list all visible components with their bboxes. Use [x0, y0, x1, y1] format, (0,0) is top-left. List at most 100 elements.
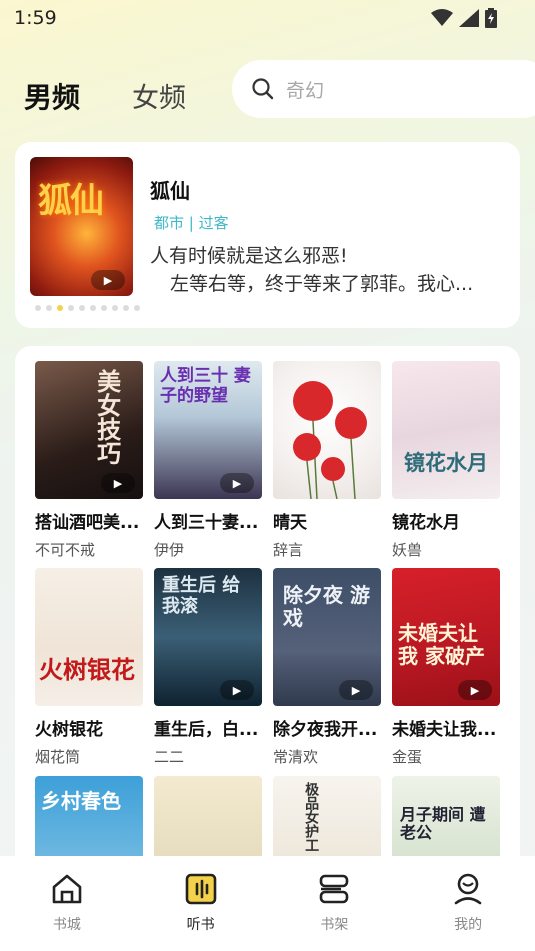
- book-cover[interactable]: 火树银花: [35, 568, 143, 706]
- book-title: 镜花水月: [392, 513, 460, 533]
- nav-item-audiobook[interactable]: 听书: [134, 856, 268, 951]
- book-title: 晴天: [273, 513, 307, 533]
- nav-label-profile: 我的: [454, 917, 483, 933]
- carousel-dot: [101, 305, 107, 311]
- home-icon: [52, 874, 82, 904]
- book-item[interactable]: 美女技巧 ▶ 搭讪酒吧美... 不可不戒: [35, 361, 143, 560]
- wifi-icon: [431, 9, 453, 26]
- book-title: 重生后，白...: [154, 720, 259, 740]
- book-item[interactable]: 极品女护工: [273, 776, 381, 856]
- book-title: 未婚夫让我...: [392, 720, 497, 740]
- cover-title-text: 镜花水月: [404, 450, 488, 475]
- banner-desc-line2: 左等右等，终于等来了郭菲。我心...: [170, 273, 474, 295]
- book-item[interactable]: 乡村春色: [35, 776, 143, 856]
- carousel-dot: [112, 305, 118, 311]
- carousel-dot: [90, 305, 96, 311]
- profile-icon: [454, 873, 482, 905]
- cover-title-text: 极品女护工: [303, 782, 320, 852]
- banner-desc-line1: 人有时候就是这么邪恶!: [150, 245, 348, 267]
- search-icon: [252, 78, 274, 100]
- carousel-dot: [79, 305, 85, 311]
- carousel-dots: [35, 305, 140, 311]
- book-author: 不可不戒: [35, 541, 96, 559]
- play-icon: ▶: [220, 680, 254, 700]
- nav-item-profile[interactable]: 我的: [401, 856, 535, 951]
- book-cover[interactable]: 美女技巧 ▶: [35, 361, 143, 499]
- book-item[interactable]: 除夕夜 游戏 ▶ 除夕夜我开... 常清欢: [273, 568, 381, 767]
- book-cover[interactable]: 重生后 给我滚 ▶: [154, 568, 262, 706]
- play-icon: ▶: [101, 473, 135, 493]
- carousel-dot: [123, 305, 129, 311]
- book-item[interactable]: 人到三十 妻子的野望 ▶ 人到三十妻... 伊伊: [154, 361, 262, 560]
- nav-label-bookstore: 书城: [52, 917, 81, 933]
- tab-female[interactable]: 女频: [132, 76, 186, 115]
- banner-book-cover[interactable]: 狐仙 ▶: [30, 157, 133, 296]
- book-item[interactable]: 未婚夫让我 家破产 ▶ 未婚夫让我... 金蛋: [392, 568, 500, 767]
- banner-book-tags: 都市 | 过客: [154, 214, 229, 232]
- status-icons: [431, 8, 497, 28]
- cover-title-text: 未婚夫让我 家破产: [398, 621, 485, 668]
- carousel-dot: [57, 305, 63, 311]
- book-item[interactable]: 月子期间 遭老公: [392, 776, 500, 856]
- book-author: 辞言: [273, 541, 304, 559]
- book-cover[interactable]: 月子期间 遭老公: [392, 776, 500, 856]
- book-cover[interactable]: [154, 776, 262, 856]
- book-cover[interactable]: 除夕夜 游戏 ▶: [273, 568, 381, 706]
- book-cover[interactable]: 乡村春色: [35, 776, 143, 856]
- book-cover[interactable]: 未婚夫让我 家破产 ▶: [392, 568, 500, 706]
- status-time: 1:59: [14, 7, 57, 29]
- cover-title-text: 乡村春色: [41, 789, 121, 813]
- book-author: 二二: [154, 748, 185, 766]
- book-author: 伊伊: [154, 541, 185, 559]
- nav-label-audiobook: 听书: [186, 917, 215, 933]
- cover-title-text: 美女技巧: [92, 369, 122, 465]
- play-icon: ▶: [220, 473, 254, 493]
- book-grid: 美女技巧 ▶ 搭讪酒吧美... 不可不戒 人到三十 妻子的野望 ▶ 人到三十妻... 伊伊 晴天…: [15, 346, 520, 856]
- book-item[interactable]: 重生后 给我滚 ▶ 重生后，白... 二二: [154, 568, 262, 767]
- banner-book-description: 人有时候就是这么邪恶! 左等右等，终于等来了郭菲。我心...: [150, 242, 502, 298]
- search-bar[interactable]: 奇幻: [232, 60, 535, 118]
- cover-title-text: 人到三十 妻子的野望: [160, 366, 251, 406]
- play-icon: ▶: [339, 680, 373, 700]
- book-author: 金蛋: [392, 748, 423, 766]
- search-placeholder: 奇幻: [286, 79, 325, 102]
- book-cover[interactable]: 极品女护工: [273, 776, 381, 856]
- book-author: 烟花筒: [35, 748, 81, 766]
- cover-title-text: 月子期间 遭老公: [400, 805, 486, 843]
- cover-title-text: 除夕夜 游戏: [283, 583, 370, 630]
- cover-title-text: 火树银花: [39, 655, 135, 684]
- play-icon: ▶: [91, 270, 125, 290]
- book-author: 妖兽: [392, 541, 423, 559]
- audio-book-icon: [185, 873, 216, 905]
- book-title: 人到三十妻...: [154, 513, 259, 533]
- book-item[interactable]: 晴天 辞言: [273, 361, 381, 560]
- book-item[interactable]: 镜花水月 镜花水月 妖兽: [392, 361, 500, 560]
- status-bar: 1:59: [0, 0, 535, 38]
- bottom-navigation: 书城 听书 书架 我的: [0, 856, 535, 951]
- signal-icon: [459, 9, 479, 27]
- carousel-dot: [35, 305, 41, 311]
- carousel-dot: [46, 305, 52, 311]
- nav-item-bookstore[interactable]: 书城: [0, 856, 134, 951]
- book-author: 常清欢: [273, 748, 319, 766]
- carousel-dot: [68, 305, 74, 311]
- book-cover[interactable]: [273, 361, 381, 499]
- poppy-illustration: [293, 381, 367, 499]
- book-title: 搭讪酒吧美...: [35, 513, 140, 533]
- tab-male[interactable]: 男频: [24, 76, 80, 116]
- book-title: 火树银花: [35, 720, 103, 740]
- book-item[interactable]: 火树银花 火树银花 烟花筒: [35, 568, 143, 767]
- banner-book-title[interactable]: 狐仙: [150, 175, 190, 204]
- category-tabs: 男频 女频: [24, 76, 186, 116]
- book-cover[interactable]: 镜花水月: [392, 361, 500, 499]
- book-title: 除夕夜我开...: [273, 720, 378, 740]
- carousel-dot: [134, 305, 140, 311]
- featured-banner[interactable]: 狐仙 ▶ 狐仙 都市 | 过客 人有时候就是这么邪恶! 左等右等，终于等来了郭菲…: [15, 142, 520, 328]
- nav-label-bookshelf: 书架: [320, 917, 349, 933]
- battery-icon: [485, 8, 497, 28]
- book-item[interactable]: [154, 776, 262, 856]
- play-icon: ▶: [458, 680, 492, 700]
- book-cover[interactable]: 人到三十 妻子的野望 ▶: [154, 361, 262, 499]
- bookshelf-icon: [320, 874, 349, 904]
- nav-item-bookshelf[interactable]: 书架: [268, 856, 402, 951]
